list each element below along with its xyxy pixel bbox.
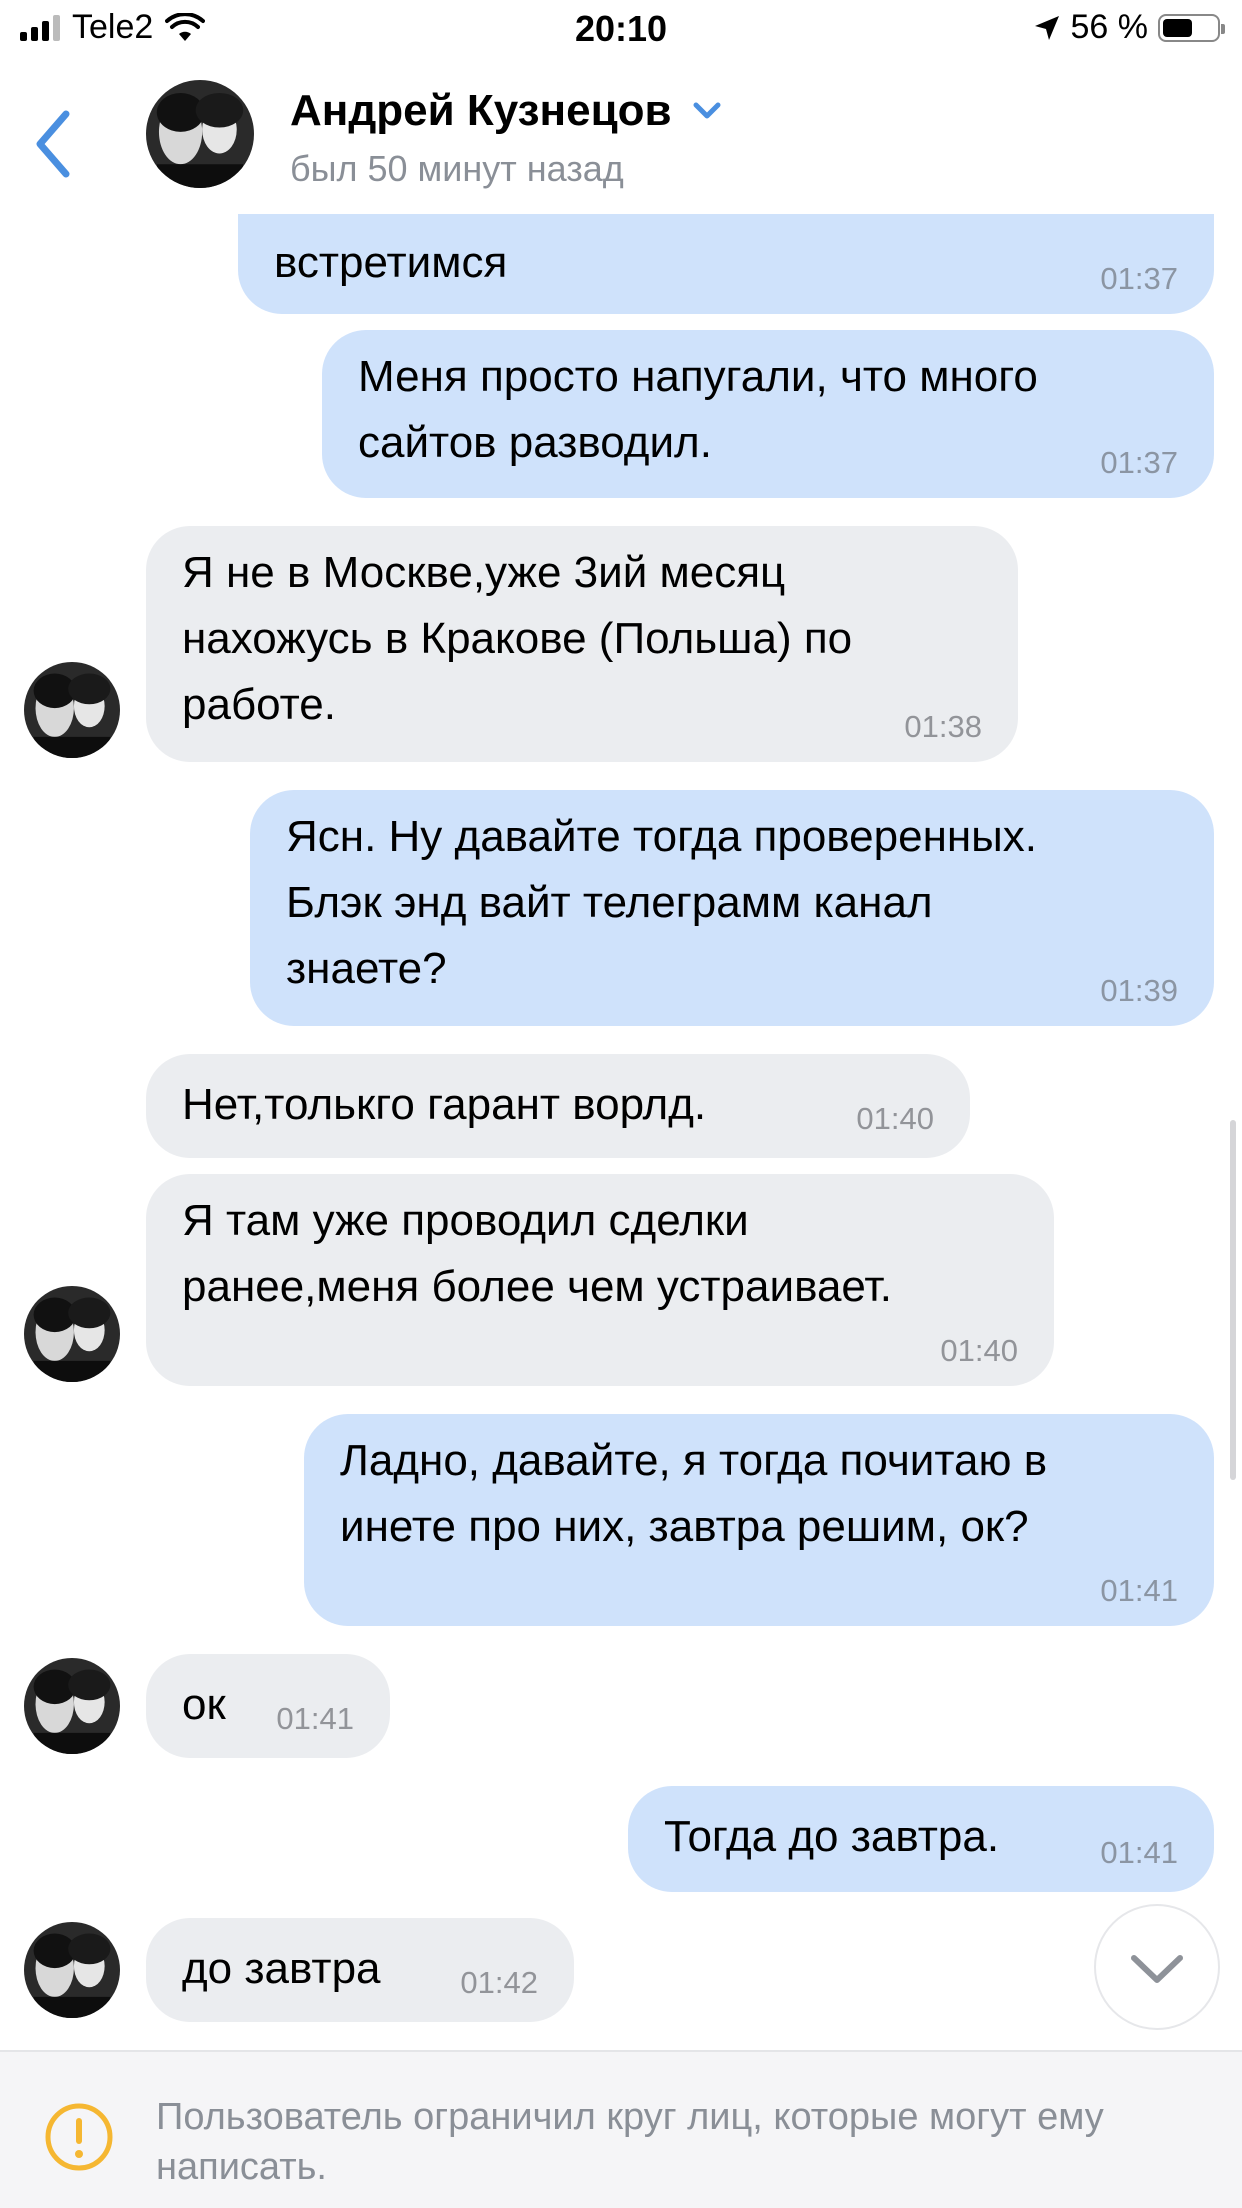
message-bubble-in[interactable]: Нет,толькго гарант ворлд. 01:40 [146, 1054, 970, 1158]
warning-icon [45, 2103, 113, 2171]
scroll-down-button[interactable] [1094, 1904, 1220, 2030]
avatar[interactable] [24, 662, 120, 758]
status-bar: Tele2 20:10 56 % [0, 0, 1242, 64]
message-bubble-in[interactable]: Я там уже проводил сделки ранее,меня бол… [146, 1174, 1054, 1386]
message-text: встретимся [274, 238, 508, 287]
message-time: 01:38 [904, 709, 982, 744]
status-right: 56 % [1033, 8, 1225, 47]
message-text: Ладно, давайте, я тогда почитаю в инете … [340, 1436, 1048, 1551]
message-time: 01:40 [940, 1333, 1018, 1368]
battery-percent: 56 % [1070, 8, 1149, 46]
restriction-notice: Пользователь ограничил круг лиц, которые… [156, 2096, 1104, 2188]
message-time: 01:42 [460, 1965, 538, 2000]
avatar[interactable] [24, 1922, 120, 2018]
message-bubble-out[interactable]: Тогда до завтра. 01:41 [628, 1786, 1214, 1892]
message-text: Меня просто напугали, что много сайтов р… [358, 352, 1038, 467]
message-text: Ясн. Ну давайте тогда проверенных. Блэк … [286, 812, 1038, 993]
battery-fill [1163, 18, 1192, 37]
last-seen: был 50 минут назад [290, 148, 624, 189]
message-text: Я не в Москве,уже 3ий месяц нахожусь в К… [182, 548, 853, 729]
dropdown-chevron-icon[interactable] [692, 101, 722, 121]
message-time: 01:41 [1100, 1835, 1178, 1870]
restriction-footer: Пользователь ограничил круг лиц, которые… [0, 2050, 1242, 2208]
message-time: 01:41 [1100, 1573, 1178, 1608]
avatar[interactable] [24, 1658, 120, 1754]
message-time: 01:40 [856, 1101, 934, 1136]
peer-name[interactable]: Андрей Кузнецов [290, 86, 722, 136]
scrollbar[interactable] [1230, 1120, 1236, 1480]
message-bubble-out[interactable]: Меня просто напугали, что много сайтов р… [322, 330, 1214, 498]
location-arrow-icon [1034, 15, 1059, 40]
message-time: 01:41 [276, 1701, 354, 1736]
avatar[interactable] [146, 80, 254, 188]
peer-name-label: Андрей Кузнецов [290, 86, 672, 135]
message-time: 01:37 [1100, 445, 1178, 480]
message-bubble-in[interactable]: Я не в Москве,уже 3ий месяц нахожусь в К… [146, 526, 1018, 762]
message-text: Нет,толькго гарант ворлд. [182, 1080, 707, 1129]
message-time: 01:37 [1100, 261, 1178, 296]
message-bubble-in[interactable]: до завтра 01:42 [146, 1918, 574, 2022]
scroll-down-chevron-icon [1131, 1955, 1183, 1983]
message-bubble-out[interactable]: Ладно, давайте, я тогда почитаю в инете … [304, 1414, 1214, 1626]
back-chevron-icon[interactable] [28, 104, 88, 184]
message-bubble-in[interactable]: ок 01:41 [146, 1654, 390, 1758]
chat-header: Андрей Кузнецов был 50 минут назад [0, 64, 1242, 214]
avatar[interactable] [24, 1286, 120, 1382]
message-time: 01:39 [1100, 973, 1178, 1008]
battery-icon [1158, 13, 1225, 42]
message-text: Я там уже проводил сделки ранее,меня бол… [182, 1196, 892, 1311]
message-bubble-out[interactable]: Ясн. Ну давайте тогда проверенных. Блэк … [250, 790, 1214, 1026]
